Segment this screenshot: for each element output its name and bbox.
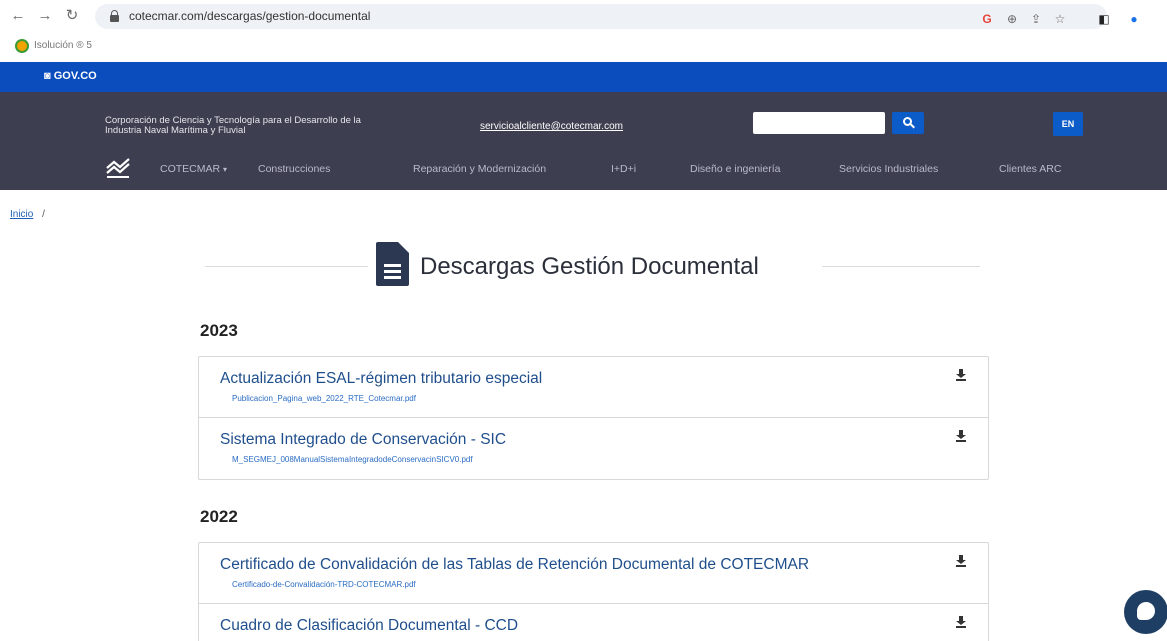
site-header: Corporación de Ciencia y Tecnología para… bbox=[0, 92, 1167, 190]
page-title: Descargas Gestión Documental bbox=[420, 253, 759, 280]
shield-icon: ◙ bbox=[44, 70, 51, 82]
zoom-icon[interactable]: ⊕ bbox=[1004, 9, 1020, 29]
document-filename[interactable]: Certificado-de-Convalidación-TRD-COTECMA… bbox=[232, 580, 416, 589]
document-icon bbox=[376, 242, 409, 286]
document-title-link[interactable]: Certificado de Convalidación de las Tabl… bbox=[220, 556, 809, 574]
year-heading: 2023 bbox=[200, 321, 238, 340]
download-icon[interactable] bbox=[956, 369, 966, 381]
google-extension-icon[interactable]: G bbox=[980, 9, 994, 29]
reload-icon[interactable]: ↻ bbox=[62, 6, 82, 26]
document-list: Certificado de Convalidación de las Tabl… bbox=[198, 542, 989, 641]
document-title-link[interactable]: Cuadro de Clasificación Documental - CCD bbox=[220, 617, 518, 635]
document-filename[interactable]: M_SEGMEJ_008ManualSistemaIntegradodeCons… bbox=[232, 455, 473, 464]
list-item[interactable]: Actualización ESAL-régimen tributario es… bbox=[199, 357, 988, 418]
address-bar[interactable]: cotecmar.com/descargas/gestion-documenta… bbox=[95, 4, 1107, 29]
side-panel-icon[interactable]: ◧ bbox=[1096, 9, 1112, 29]
breadcrumb-separator: / bbox=[42, 209, 45, 220]
document-title-link[interactable]: Sistema Integrado de Conservación - SIC bbox=[220, 431, 506, 449]
menu-label: COTECMAR bbox=[160, 163, 221, 175]
site-tagline: Corporación de Ciencia y Tecnología para… bbox=[105, 115, 361, 136]
list-item[interactable]: Cuadro de Clasificación Documental - CCD bbox=[199, 604, 988, 641]
chat-bubble-icon bbox=[1137, 602, 1155, 620]
menu-item-cotecmar[interactable]: COTECMAR ▾ bbox=[160, 163, 227, 175]
url-text[interactable]: cotecmar.com/descargas/gestion-documenta… bbox=[129, 9, 370, 23]
breadcrumb: Inicio / bbox=[10, 209, 45, 220]
list-item[interactable]: Certificado de Convalidación de las Tabl… bbox=[199, 543, 988, 604]
document-filename[interactable]: Publicacion_Pagina_web_2022_RTE_Cotecmar… bbox=[232, 394, 416, 403]
document-list: Actualización ESAL-régimen tributario es… bbox=[198, 356, 989, 480]
search-button[interactable] bbox=[892, 112, 924, 134]
forward-icon[interactable]: → bbox=[35, 6, 55, 26]
bookmark-isolucion[interactable]: Isolución ® 5 bbox=[34, 40, 92, 51]
gov-logo[interactable]: ◙ GOV.CO bbox=[44, 70, 97, 82]
breadcrumb-home-link[interactable]: Inicio bbox=[10, 209, 33, 220]
title-divider-right bbox=[822, 266, 980, 267]
back-icon[interactable]: ← bbox=[8, 6, 28, 26]
profile-icon[interactable]: ● bbox=[1126, 9, 1142, 29]
menu-item-clientes-arc[interactable]: Clientes ARC bbox=[999, 163, 1061, 175]
download-icon[interactable] bbox=[956, 616, 966, 628]
share-icon[interactable]: ⇪ bbox=[1028, 9, 1044, 29]
menu-item-construcciones[interactable]: Construcciones bbox=[258, 163, 330, 175]
menu-item-reparacion[interactable]: Reparación y Modernización bbox=[413, 163, 546, 175]
language-button[interactable]: EN bbox=[1053, 112, 1083, 136]
bookmarks-bar: Isolución ® 5 bbox=[0, 34, 1167, 60]
year-heading: 2022 bbox=[200, 507, 238, 526]
title-divider-left bbox=[205, 266, 368, 267]
list-item[interactable]: Sistema Integrado de Conservación - SIC … bbox=[199, 418, 988, 479]
menu-item-diseno[interactable]: Diseño e ingeniería bbox=[690, 163, 780, 175]
chat-button[interactable] bbox=[1124, 590, 1167, 634]
download-icon[interactable] bbox=[956, 555, 966, 567]
isolucion-icon bbox=[15, 39, 29, 53]
search-input[interactable] bbox=[753, 112, 885, 134]
menu-item-servicios[interactable]: Servicios Industriales bbox=[839, 163, 938, 175]
cotecmar-logo-icon[interactable] bbox=[105, 156, 131, 180]
bookmark-star-icon[interactable]: ☆ bbox=[1052, 9, 1068, 29]
download-icon[interactable] bbox=[956, 430, 966, 442]
document-title-link[interactable]: Actualización ESAL-régimen tributario es… bbox=[220, 370, 542, 388]
gov-bar: ◙ GOV.CO bbox=[0, 62, 1167, 92]
gov-logo-text: GOV.CO bbox=[53, 70, 97, 82]
menu-item-idi[interactable]: I+D+i bbox=[611, 163, 636, 175]
lock-icon bbox=[110, 10, 119, 22]
browser-chrome: ← → ↻ cotecmar.com/descargas/gestion-doc… bbox=[0, 0, 1167, 62]
chevron-down-icon: ▾ bbox=[223, 165, 228, 174]
contact-email-link[interactable]: servicioalcliente@cotecmar.com bbox=[480, 121, 623, 132]
